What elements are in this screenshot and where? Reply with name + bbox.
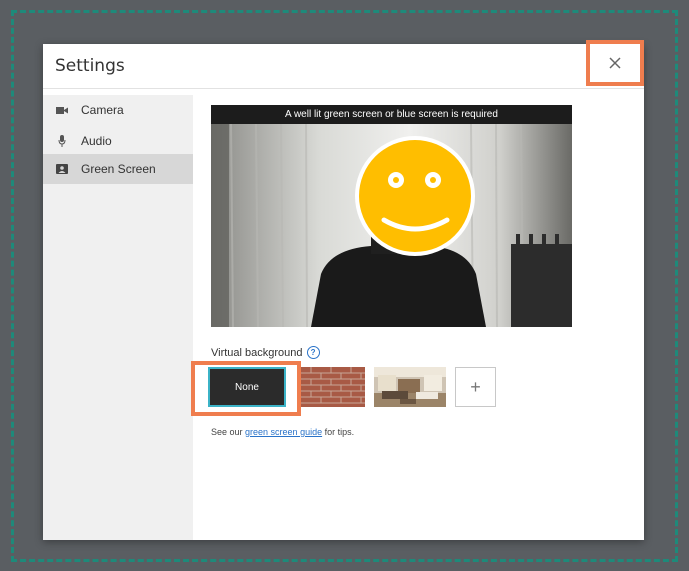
- sidebar-item-audio[interactable]: Audio: [43, 126, 193, 156]
- camera-preview: A well lit green screen or blue screen i…: [211, 105, 572, 327]
- sidebar-item-green-screen[interactable]: Green Screen: [43, 154, 193, 184]
- sidebar-item-label: Audio: [81, 134, 112, 148]
- dialog-header: Settings: [43, 44, 644, 89]
- video-banner: A well lit green screen or blue screen i…: [211, 105, 572, 124]
- background-option-none[interactable]: None: [208, 367, 286, 407]
- camera-icon: [56, 104, 68, 116]
- tip-suffix: for tips.: [322, 427, 355, 437]
- sidebar-item-label: Camera: [81, 103, 124, 117]
- virtual-background-text: Virtual background: [211, 346, 303, 359]
- add-background-button[interactable]: +: [455, 367, 496, 407]
- tip-prefix: See our: [211, 427, 246, 437]
- help-icon[interactable]: ?: [306, 346, 320, 359]
- sidebar-item-label: Green Screen: [81, 162, 156, 176]
- background-option-living-room[interactable]: [374, 367, 446, 407]
- green-screen-guide-link[interactable]: green screen guide: [245, 427, 322, 437]
- close-button[interactable]: [586, 40, 644, 86]
- close-icon: [609, 57, 621, 69]
- microphone-icon: [56, 135, 68, 147]
- virtual-background-label: Virtual background ?: [211, 346, 320, 359]
- settings-sidebar: Camera Audio Green Screen: [43, 95, 193, 540]
- green-screen-tip: See our green screen guide for tips.: [211, 427, 354, 437]
- plus-icon: +: [470, 376, 481, 397]
- background-option-brick-wall[interactable]: [301, 367, 365, 407]
- background-option-label: None: [235, 381, 259, 393]
- video-scene: [211, 124, 572, 327]
- contact-card-icon: [56, 163, 68, 175]
- sidebar-item-camera[interactable]: Camera: [43, 95, 193, 125]
- dialog-title: Settings: [55, 56, 125, 76]
- settings-dialog: Settings Camera Audio Green Screen A wel…: [43, 40, 644, 540]
